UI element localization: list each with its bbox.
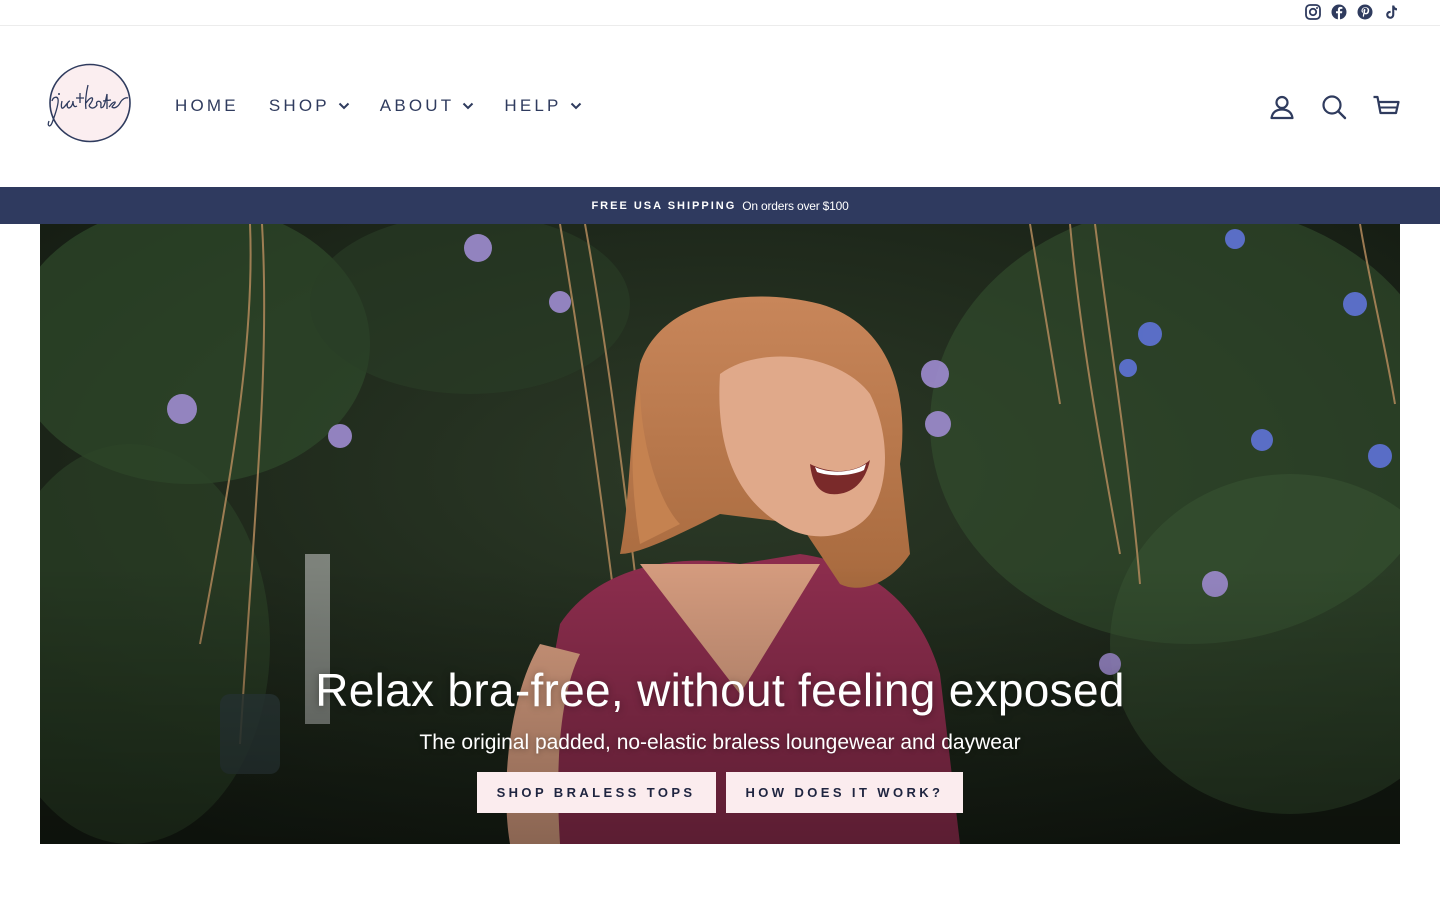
tiktok-icon[interactable] <box>1382 3 1400 21</box>
hero-banner: Relax bra-free, without feeling exposed … <box>40 224 1400 844</box>
announcement-title: FREE USA SHIPPING <box>591 199 737 212</box>
nav-item-label: HOME <box>175 96 239 115</box>
social-bar <box>0 0 1440 26</box>
nav-item-label: ABOUT <box>379 96 455 115</box>
nav-item-home[interactable]: HOME <box>175 94 239 118</box>
hero-subtitle: The original padded, no-elastic braless … <box>419 731 1021 754</box>
pinterest-icon[interactable] <box>1356 3 1374 21</box>
announcement-subtext: On orders over $100 <box>742 198 849 213</box>
chevron-down-icon <box>463 102 474 110</box>
account-icon[interactable] <box>1268 93 1296 121</box>
site-logo[interactable] <box>46 63 132 143</box>
social-links <box>1304 3 1400 21</box>
search-icon[interactable] <box>1320 93 1348 121</box>
chevron-down-icon <box>338 102 350 110</box>
how-does-it-work-button[interactable]: HOW DOES IT WORK? <box>725 772 964 813</box>
shop-braless-tops-button[interactable]: SHOP BRALESS TOPS <box>476 772 716 813</box>
header-actions <box>1268 93 1400 121</box>
nav-item-label: HELP <box>504 96 562 115</box>
facebook-icon[interactable] <box>1330 3 1348 21</box>
main-nav: HOME SHOP ABOUT HELP <box>175 94 612 118</box>
chevron-down-icon <box>570 102 581 110</box>
hero-content: Relax bra-free, without feeling exposed … <box>40 660 1400 813</box>
nav-item-help[interactable]: HELP <box>504 94 581 118</box>
nav-item-about[interactable]: ABOUT <box>380 94 475 118</box>
announcement-bar[interactable]: FREE USA SHIPPING On orders over $100 <box>0 187 1440 224</box>
cart-icon[interactable] <box>1372 93 1400 121</box>
hero-title: Relax bra-free, without feeling exposed <box>315 664 1125 716</box>
instagram-icon[interactable] <box>1304 3 1322 21</box>
site-header: HOME SHOP ABOUT HELP <box>0 27 1440 187</box>
nav-item-shop[interactable]: SHOP <box>269 94 350 118</box>
hero-buttons: SHOP BRALESS TOPS HOW DOES IT WORK? <box>40 772 1400 813</box>
nav-item-label: SHOP <box>268 96 330 115</box>
